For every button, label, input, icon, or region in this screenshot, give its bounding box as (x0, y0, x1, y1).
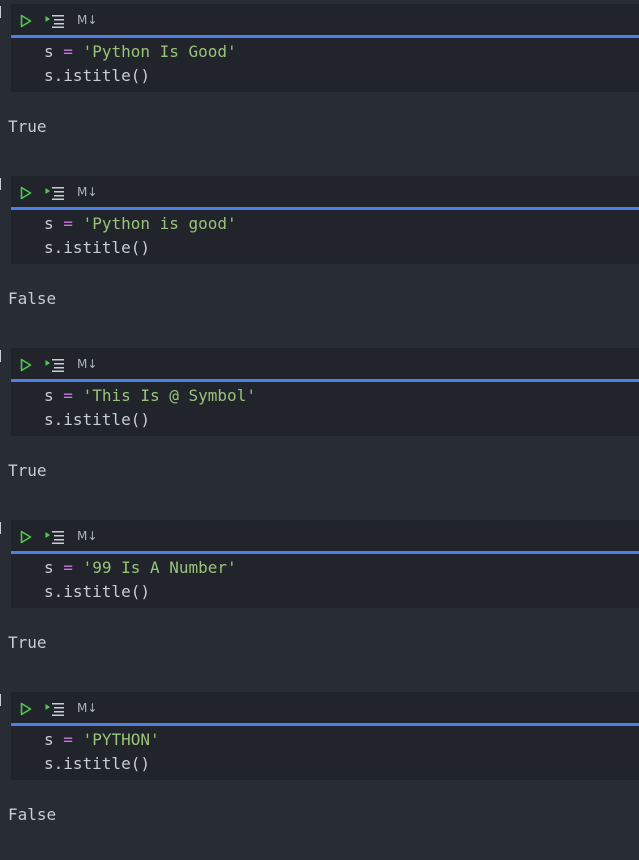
markdown-toggle-button[interactable]: M↓ (77, 700, 97, 716)
code-editor[interactable]: s = 'PYTHON' s.istitle() (11, 726, 639, 780)
markdown-toggle-button[interactable]: M↓ (77, 12, 97, 28)
play-icon[interactable] (20, 357, 32, 372)
notebook-cell[interactable]: M↓ s = 'PYTHON' s.istitle() False (0, 688, 639, 860)
notebook-cell[interactable]: M↓ s = 'This Is @ Symbol' s.istitle() Tr… (0, 344, 639, 516)
play-icon[interactable] (20, 13, 32, 28)
markdown-toggle-button[interactable]: M↓ (77, 356, 97, 372)
run-all-icon[interactable] (45, 185, 65, 200)
run-all-icon[interactable] (45, 357, 65, 372)
string-literal: 'PYTHON' (82, 730, 160, 749)
code-editor[interactable]: s = 'Python is good' s.istitle() (11, 210, 639, 264)
code-line-assignment: s = 'Python Is Good' (44, 40, 237, 64)
code-line-call: s.istitle() (44, 754, 150, 773)
cell-toolbar: M↓ (11, 4, 639, 36)
code-line-call: s.istitle() (44, 582, 150, 601)
code-line-assignment: s = '99 Is A Number' (44, 556, 237, 580)
cell-output: True (8, 633, 47, 652)
variable-name: s (44, 214, 54, 233)
code-line-assignment: s = 'This Is @ Symbol' (44, 384, 256, 408)
assignment-operator: = (63, 214, 73, 233)
run-all-icon[interactable] (45, 701, 65, 716)
variable-name: s (44, 730, 54, 749)
variable-name: s (44, 558, 54, 577)
variable-name: s (44, 42, 54, 61)
markdown-toggle-button[interactable]: M↓ (77, 528, 97, 544)
code-line-assignment: s = 'Python is good' (44, 212, 237, 236)
code-line-call: s.istitle() (44, 410, 150, 429)
cell-output: True (8, 461, 47, 480)
cell-execution-bracket (0, 177, 3, 191)
assignment-operator: = (63, 558, 73, 577)
cell-toolbar: M↓ (11, 176, 639, 208)
cell-toolbar: M↓ (11, 348, 639, 380)
notebook-cell[interactable]: M↓ s = 'Python is good' s.istitle() Fals… (0, 172, 639, 344)
code-line-call: s.istitle() (44, 238, 150, 257)
code-editor[interactable]: s = 'This Is @ Symbol' s.istitle() (11, 382, 639, 436)
cell-output: False (8, 289, 57, 308)
run-all-icon[interactable] (45, 13, 65, 28)
variable-name: s (44, 386, 54, 405)
cell-toolbar: M↓ (11, 520, 639, 552)
cell-toolbar: M↓ (11, 692, 639, 724)
code-line-call: s.istitle() (44, 66, 150, 85)
assignment-operator: = (63, 730, 73, 749)
code-editor[interactable]: s = 'Python Is Good' s.istitle() (11, 38, 639, 92)
code-editor[interactable]: s = '99 Is A Number' s.istitle() (11, 554, 639, 608)
cell-output: True (8, 117, 47, 136)
cell-execution-bracket (0, 349, 3, 363)
run-all-icon[interactable] (45, 529, 65, 544)
code-line-assignment: s = 'PYTHON' (44, 728, 160, 752)
notebook-cell[interactable]: M↓ s = 'Python Is Good' s.istitle() True (0, 0, 639, 172)
play-icon[interactable] (20, 185, 32, 200)
assignment-operator: = (63, 386, 73, 405)
string-literal: 'Python is good' (82, 214, 237, 233)
cell-execution-bracket (0, 693, 3, 707)
play-icon[interactable] (20, 529, 32, 544)
string-literal: '99 Is A Number' (82, 558, 237, 577)
markdown-toggle-button[interactable]: M↓ (77, 184, 97, 200)
play-icon[interactable] (20, 701, 32, 716)
notebook-cell[interactable]: M↓ s = '99 Is A Number' s.istitle() True (0, 516, 639, 688)
string-literal: 'This Is @ Symbol' (82, 386, 256, 405)
assignment-operator: = (63, 42, 73, 61)
string-literal: 'Python Is Good' (82, 42, 237, 61)
cell-execution-bracket (0, 5, 3, 19)
cell-output: False (8, 805, 57, 824)
cell-execution-bracket (0, 521, 3, 535)
